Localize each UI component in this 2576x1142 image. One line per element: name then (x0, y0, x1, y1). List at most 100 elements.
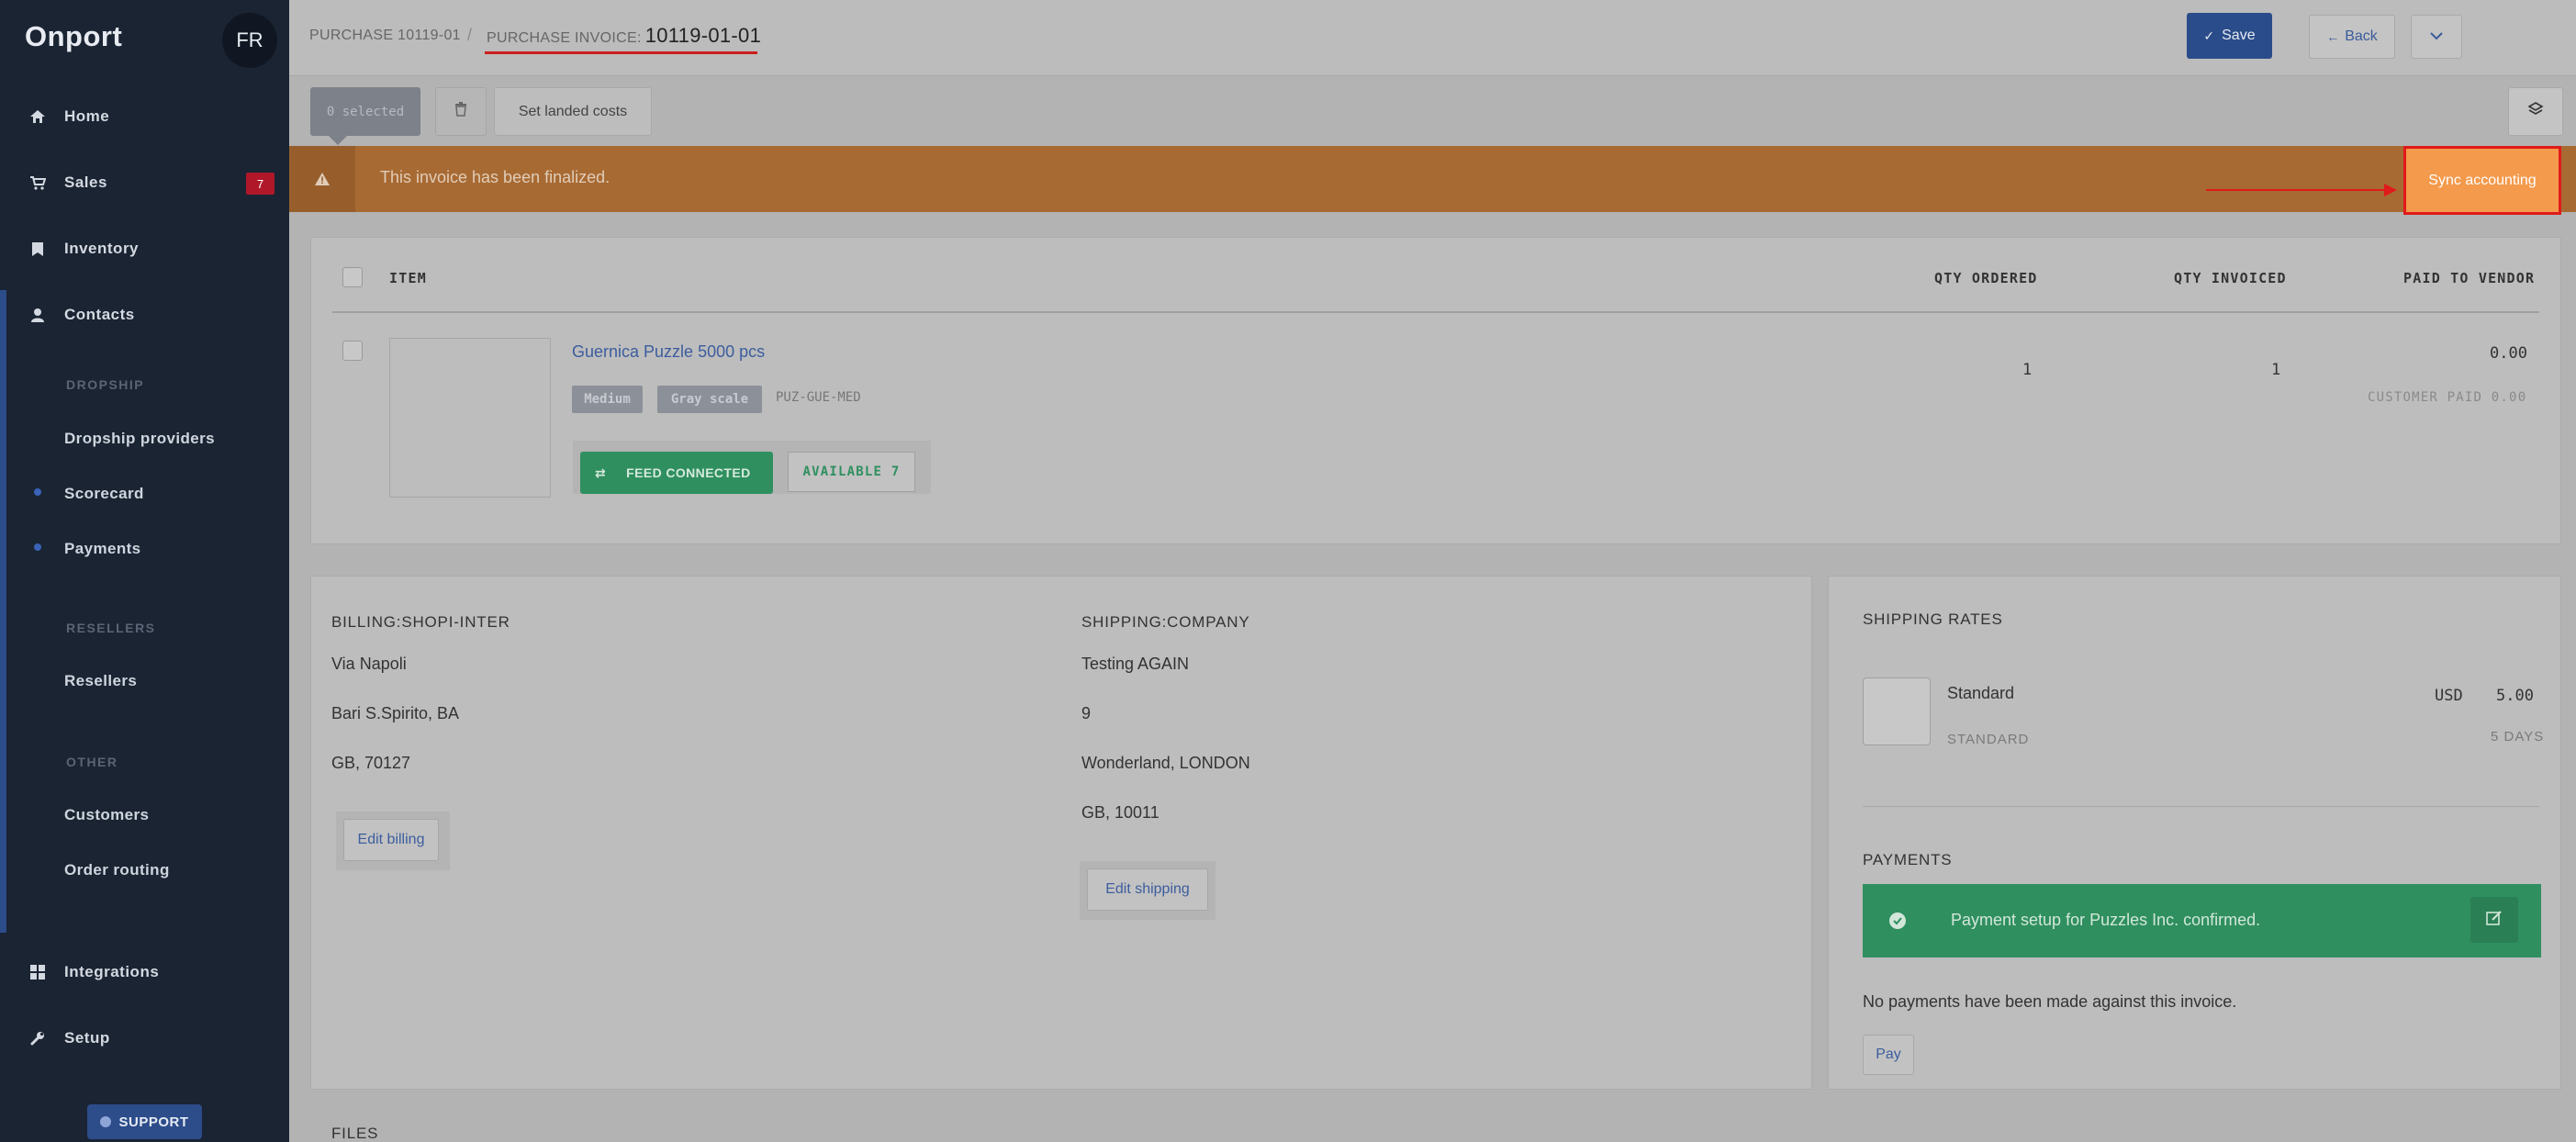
rate-days: 5 DAYS (2491, 729, 2545, 745)
breadcrumb-parent[interactable]: PURCHASE 10119-01 (309, 28, 461, 44)
set-landed-costs-button[interactable]: Set landed costs (494, 87, 652, 136)
sidebar-item-resellers[interactable]: Resellers (64, 672, 137, 690)
contacts-active-indicator (0, 290, 6, 933)
shipping-label: SHIPPING:COMPANY (1081, 613, 1250, 631)
breadcrumb-current: PURCHASE INVOICE: 10119-01-01 (487, 24, 761, 48)
col-qty-invoiced: QTY INVOICED (2174, 270, 2287, 286)
product-link[interactable]: Guernica Puzzle 5000 pcs (572, 342, 765, 362)
rate-amount: 5.00 (2496, 687, 2534, 705)
grid-icon (28, 962, 48, 982)
sidebar-item-label: Integrations (64, 963, 160, 980)
pay-button[interactable]: Pay (1863, 1035, 1914, 1075)
edit-icon (2485, 909, 2503, 932)
feed-label: FEED CONNECTED (626, 465, 751, 480)
available-stock-button[interactable]: AVAILABLE 7 (788, 452, 915, 492)
sidebar-item-dropship-providers[interactable]: Dropship providers (64, 430, 215, 448)
home-icon (28, 106, 48, 127)
check-circle-icon (1888, 912, 1907, 935)
billing-line-3: GB, 70127 (331, 754, 411, 772)
sku: PUZ-GUE-MED (776, 390, 861, 405)
chevron-down-icon (2429, 28, 2444, 45)
no-payments-text: No payments have been made against this … (1863, 992, 2237, 1011)
header-divider (332, 311, 2539, 313)
payment-confirmed-text: Payment setup for Puzzles Inc. confirmed… (1951, 911, 2261, 929)
invoice-number: 10119-01-01 (644, 24, 762, 47)
breadcrumb-highlight (485, 51, 757, 54)
warning-icon (289, 146, 355, 212)
col-item: ITEM (389, 270, 427, 286)
sidebar-item-label: Setup (64, 1029, 110, 1047)
payments-dot (34, 543, 41, 551)
trash-icon (454, 102, 467, 121)
address-card (310, 576, 1812, 1090)
support-label: SUPPORT (118, 1114, 189, 1130)
rates-payments-card (1828, 576, 2561, 1090)
section-resellers: RESELLERS (66, 621, 156, 635)
paid-to-vendor-value: 0.00 (2490, 344, 2527, 363)
sidebar-item-label: Home (64, 107, 110, 125)
sales-count-badge: 7 (246, 173, 274, 195)
row-checkbox[interactable] (342, 341, 363, 361)
logo[interactable]: Onport (25, 20, 122, 53)
edit-payment-button[interactable] (2470, 897, 2518, 943)
sidebar: Onport FR Home Sales 7 Inventory Contact… (0, 0, 289, 1142)
sync-accounting-button[interactable]: Sync accounting (2403, 146, 2561, 215)
layers-icon (2527, 101, 2544, 122)
col-qty-ordered: QTY ORDERED (1934, 270, 2038, 286)
annotation-arrow-head (2384, 184, 2397, 196)
sidebar-item-integrations[interactable]: Integrations (28, 962, 159, 982)
wrench-icon (28, 1028, 48, 1048)
payment-confirmed-banner: Payment setup for Puzzles Inc. confirmed… (1863, 884, 2541, 957)
feed-connected-button[interactable]: ⇄ FEED CONNECTED (580, 452, 773, 494)
select-all-checkbox[interactable] (342, 267, 363, 287)
variant-tag-grayscale: Gray scale (657, 386, 762, 413)
edit-billing-button[interactable]: Edit billing (343, 819, 439, 861)
rate-code: STANDARD (1947, 732, 2030, 747)
layers-button[interactable] (2508, 87, 2563, 136)
section-dropship: DROPSHIP (66, 377, 145, 392)
support-button[interactable]: SUPPORT (87, 1104, 202, 1139)
save-button[interactable]: ✓ Save (2187, 13, 2272, 59)
files-title: FILES (331, 1125, 379, 1142)
arrow-left-icon: ← (2326, 29, 2340, 44)
billing-line-1: Via Napoli (331, 655, 407, 673)
product-image (389, 338, 551, 498)
sidebar-item-order-routing[interactable]: Order routing (64, 861, 170, 879)
sidebar-item-label: Contacts (64, 306, 135, 323)
banner-message: This invoice has been finalized. (380, 168, 610, 186)
sidebar-item-label: Inventory (64, 240, 140, 257)
finalized-banner: This invoice has been finalized. (289, 146, 2576, 212)
breadcrumb-label: PURCHASE INVOICE: (487, 30, 642, 46)
bookmark-icon (28, 239, 48, 259)
sidebar-item-sales[interactable]: Sales (28, 173, 107, 193)
sidebar-item-contacts[interactable]: Contacts (28, 305, 135, 325)
delete-button[interactable] (435, 87, 487, 136)
avatar[interactable]: FR (222, 13, 277, 68)
rate-currency: USD (2435, 687, 2463, 705)
sidebar-item-customers[interactable]: Customers (64, 806, 149, 824)
shipping-line-3: Wonderland, LONDON (1081, 754, 1250, 772)
shipping-line-1: Testing AGAIN (1081, 655, 1190, 673)
help-icon (100, 1116, 112, 1127)
section-divider (1863, 806, 2539, 807)
sidebar-item-home[interactable]: Home (28, 106, 109, 127)
variant-tag-medium: Medium (572, 386, 643, 413)
qty-ordered-value: 1 (2022, 361, 2033, 379)
save-label: Save (2222, 28, 2256, 43)
sidebar-item-payments[interactable]: Payments (64, 540, 141, 558)
more-actions-button[interactable] (2411, 15, 2462, 59)
customer-paid-value: CUSTOMER PAID 0.00 (2368, 390, 2527, 405)
payments-title: PAYMENTS (1863, 851, 1953, 868)
sidebar-item-inventory[interactable]: Inventory (28, 239, 139, 259)
shipping-rates-title: SHIPPING RATES (1863, 610, 2003, 628)
billing-label: BILLING:SHOPI-INTER (331, 613, 510, 631)
carrier-image (1863, 677, 1931, 745)
sidebar-item-setup[interactable]: Setup (28, 1028, 110, 1048)
check-icon: ✓ (2203, 28, 2215, 43)
selected-count: 0 selected (310, 87, 420, 145)
edit-shipping-button[interactable]: Edit shipping (1087, 868, 1208, 911)
sidebar-item-scorecard[interactable]: Scorecard (64, 485, 144, 503)
col-paid-to-vendor: PAID TO VENDOR (2403, 270, 2536, 286)
back-button[interactable]: ← Back (2309, 15, 2395, 59)
shipping-line-4: GB, 10011 (1081, 803, 1159, 822)
